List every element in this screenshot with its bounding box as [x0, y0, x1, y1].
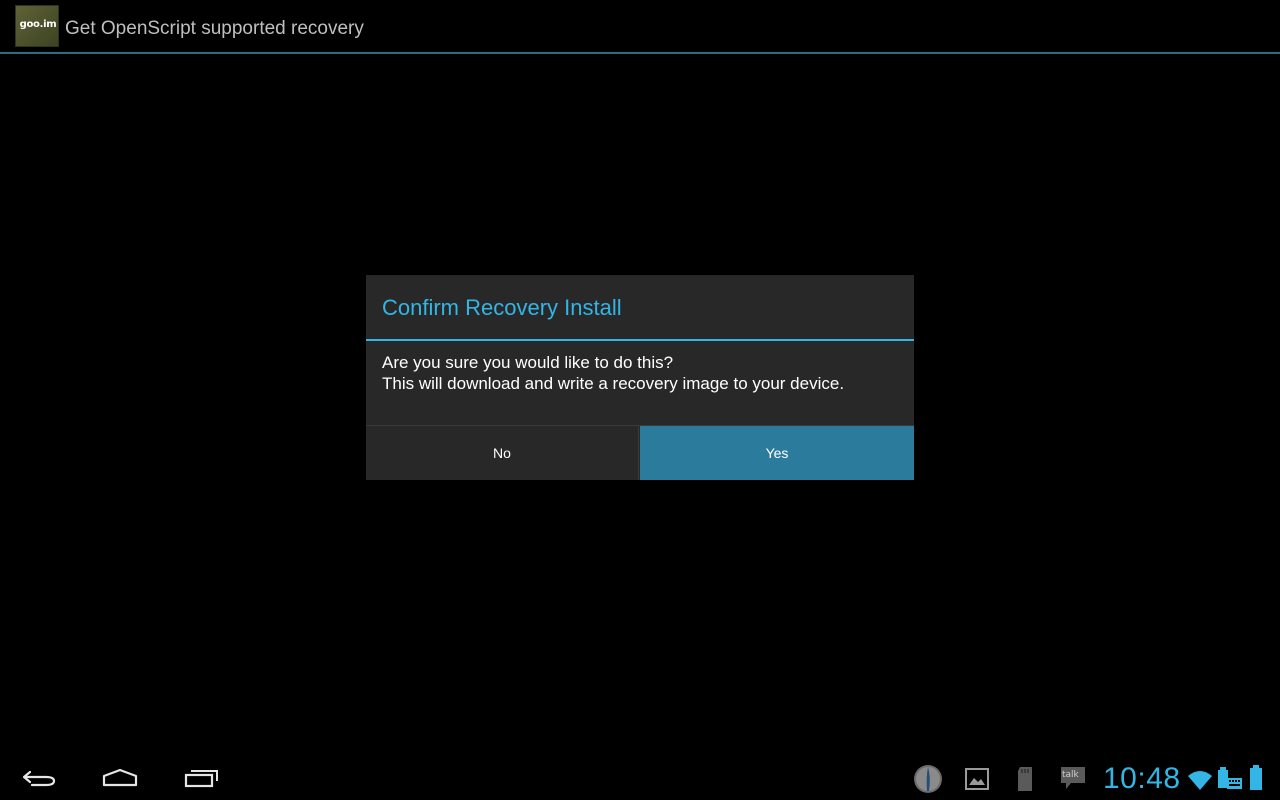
keyboard-icon[interactable] [1216, 764, 1244, 792]
gallery-icon[interactable] [964, 766, 990, 792]
action-bar: goo.im Get OpenScript supported recovery [0, 0, 1280, 54]
dialog-title: Confirm Recovery Install [382, 295, 622, 320]
clock[interactable]: 10:48 [1103, 762, 1181, 796]
home-icon [102, 768, 138, 787]
app-notification-icon[interactable] [912, 763, 944, 795]
recent-apps-button[interactable] [160, 752, 240, 800]
dialog-button-row: No Yes [366, 425, 914, 480]
battery-icon[interactable] [1248, 764, 1264, 792]
dialog-message: Are you sure you would like to do this? … [382, 352, 844, 394]
yes-button[interactable]: Yes [640, 426, 914, 480]
app-icon-label: goo.im [19, 19, 57, 30]
dialog-title-divider [366, 339, 914, 341]
sd-card-icon[interactable] [1014, 765, 1036, 793]
recent-apps-icon [184, 770, 218, 788]
app-title: Get OpenScript supported recovery [65, 18, 364, 39]
dialog-message-line: Are you sure you would like to do this? [382, 353, 674, 372]
dialog-message-line: This will download and write a recovery … [382, 374, 845, 393]
wifi-icon[interactable] [1186, 768, 1214, 792]
back-icon [22, 770, 56, 787]
talk-icon-label: talk [1062, 770, 1079, 780]
system-bar: talk 10:48 [0, 752, 1280, 800]
confirm-dialog: Confirm Recovery Install Are you sure yo… [366, 275, 914, 480]
back-button[interactable] [0, 752, 80, 800]
talk-notification[interactable]: talk [1059, 764, 1087, 792]
home-button[interactable] [80, 752, 160, 800]
no-button[interactable]: No [366, 426, 639, 480]
screen: goo.im Get OpenScript supported recovery… [0, 0, 1280, 800]
app-icon[interactable]: goo.im [15, 5, 59, 47]
